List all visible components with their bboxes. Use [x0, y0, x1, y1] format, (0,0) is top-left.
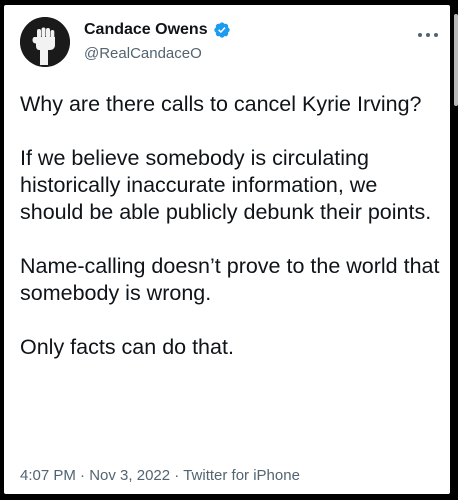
tweet-date[interactable]: Nov 3, 2022	[89, 467, 170, 484]
tweet-card: Candace Owens @RealCandaceO Why are ther…	[4, 5, 450, 494]
meta-separator: ·	[80, 467, 86, 484]
verified-badge-icon	[213, 22, 230, 38]
screenshot-frame: Candace Owens @RealCandaceO Why are ther…	[0, 0, 458, 500]
tweet-time[interactable]: 4:07 PM	[20, 467, 76, 484]
tweet-paragraph: Name-calling doesn’t prove to the world …	[20, 254, 440, 305]
tweet-source[interactable]: Twitter for iPhone	[183, 467, 300, 484]
author-handle[interactable]: @RealCandaceO	[84, 45, 202, 62]
tweet-paragraph: Only facts can do that.	[20, 335, 234, 359]
tweet-text: Why are there calls to cancel Kyrie Irvi…	[20, 91, 440, 361]
scrollbar[interactable]	[454, 14, 458, 106]
profile-avatar[interactable]	[20, 17, 70, 67]
tweet-metadata: 4:07 PM · Nov 3, 2022 · Twitter for iPho…	[20, 467, 300, 484]
more-options-icon[interactable]	[414, 25, 442, 45]
author-display-name[interactable]: Candace Owens	[84, 21, 208, 39]
raised-fist-icon	[20, 17, 70, 67]
tweet-paragraph: Why are there calls to cancel Kyrie Irvi…	[20, 92, 422, 116]
tweet-paragraph: If we believe somebody is circulating hi…	[20, 146, 432, 224]
author-name-row[interactable]: Candace Owens	[84, 21, 231, 39]
meta-separator: ·	[174, 467, 180, 484]
